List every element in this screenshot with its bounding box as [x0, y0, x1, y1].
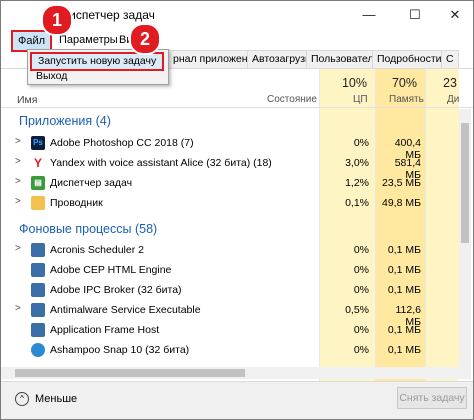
process-cpu: 0%: [353, 244, 369, 256]
table-row[interactable]: > Acronis Scheduler 2 0% 0,1 МБ 0: [1, 240, 473, 260]
tab-details[interactable]: Подробности: [372, 50, 447, 68]
step-badge-two: 2: [129, 23, 161, 55]
process-memory: 49,8 МБ: [382, 197, 421, 209]
process-name: Проводник: [50, 197, 103, 209]
yandex-icon: Y: [31, 156, 45, 170]
process-cpu: 0%: [353, 137, 369, 149]
table-row[interactable]: Adobe CEP HTML Engine 0% 0,1 МБ 0: [1, 260, 473, 280]
process-name: Yandex with voice assistant Alice (32 би…: [50, 157, 272, 169]
process-memory: 0,1 МБ: [387, 244, 421, 256]
chevron-right-icon[interactable]: >: [15, 243, 21, 254]
chevron-right-icon[interactable]: >: [15, 196, 21, 207]
process-cpu: 0%: [353, 264, 369, 276]
header-memory-label[interactable]: Память: [389, 94, 424, 105]
maximize-button[interactable]: ☐: [397, 3, 433, 27]
app-window-icon: [31, 283, 45, 297]
process-cpu: 0%: [353, 344, 369, 356]
table-row[interactable]: > ▤ Диспетчер задач 1,2% 23,5 МБ 0: [1, 173, 473, 193]
process-cpu: 0%: [353, 324, 369, 336]
step-badge-one: 1: [41, 4, 73, 36]
menu-item-exit[interactable]: Выход: [30, 69, 160, 84]
header-cpu-label[interactable]: ЦП: [353, 94, 368, 105]
process-name: Диспетчер задач: [50, 177, 133, 189]
header-name[interactable]: Имя: [17, 94, 37, 106]
process-name: Adobe Photoshop CC 2018 (7): [50, 137, 194, 149]
group-background-title: Фоновые процессы (58): [19, 222, 158, 236]
process-name: Acronis Scheduler 2: [50, 244, 144, 256]
process-name: Adobe IPC Broker (32 бита): [50, 284, 182, 296]
folder-icon: [31, 196, 45, 210]
process-name: Adobe CEP HTML Engine: [50, 264, 172, 276]
table-row[interactable]: > Y Yandex with voice assistant Alice (3…: [1, 153, 473, 181]
table-row[interactable]: > Проводник 0,1% 49,8 МБ 0: [1, 193, 473, 213]
process-memory: 0,1 МБ: [387, 284, 421, 296]
process-cpu: 0,1%: [345, 197, 369, 209]
process-name: Application Frame Host: [50, 324, 160, 336]
vertical-scrollbar[interactable]: [459, 109, 471, 379]
process-memory: 0,1 МБ: [387, 344, 421, 356]
process-memory: 23,5 МБ: [382, 177, 421, 189]
chevron-right-icon[interactable]: >: [15, 303, 21, 314]
window-title: Диспетчер задач: [61, 8, 155, 22]
vertical-scroll-thumb[interactable]: [461, 123, 469, 243]
chevron-right-icon[interactable]: >: [15, 176, 21, 187]
table-row[interactable]: Adobe IPC Broker (32 бита) 0% 0,1 МБ 0: [1, 280, 473, 300]
header-cpu-percent[interactable]: 10%: [331, 76, 367, 90]
process-name: Antimalware Service Executable: [50, 304, 201, 316]
process-cpu: 0%: [353, 284, 369, 296]
menu-params[interactable]: Параметры: [59, 34, 118, 46]
horizontal-scrollbar[interactable]: [1, 367, 459, 379]
app-window-icon: [31, 323, 45, 337]
header-disk-percent[interactable]: 23: [443, 76, 463, 90]
footer-bar: ^ Меньше Снять задачу: [1, 381, 473, 419]
ashampoo-snap-icon: [31, 343, 45, 357]
table-row[interactable]: Application Frame Host 0% 0,1 МБ 0: [1, 320, 473, 340]
header-memory-percent[interactable]: 70%: [385, 76, 417, 90]
header-disk-label[interactable]: Ди: [447, 94, 459, 105]
close-button[interactable]: ✕: [437, 3, 473, 27]
chevron-up-icon: ^: [15, 392, 29, 406]
process-cpu: 1,2%: [345, 177, 369, 189]
chevron-right-icon[interactable]: >: [15, 156, 21, 167]
end-task-button[interactable]: Снять задачу: [397, 387, 467, 409]
process-cpu: 3,0%: [345, 157, 369, 169]
app-window-icon: [31, 263, 45, 277]
fewer-details-label: Меньше: [35, 392, 78, 405]
horizontal-scroll-thumb[interactable]: [15, 369, 245, 377]
app-window-icon: [31, 303, 45, 317]
photoshop-icon: Ps: [31, 136, 45, 150]
chevron-right-icon[interactable]: >: [15, 136, 21, 147]
header-status[interactable]: Состояние: [267, 94, 317, 105]
table-row[interactable]: Ashampoo Snap 10 (32 бита) 0% 0,1 МБ 0: [1, 340, 473, 360]
process-name: Ashampoo Snap 10 (32 бита): [50, 344, 190, 356]
task-manager-icon: ▤: [31, 176, 45, 190]
process-memory: 0,1 МБ: [387, 324, 421, 336]
fewer-details-button[interactable]: ^ Меньше: [15, 392, 77, 406]
process-memory: 0,1 МБ: [387, 264, 421, 276]
table-row[interactable]: > Ps Adobe Photoshop CC 2018 (7) 0% 400,…: [1, 133, 473, 161]
group-apps-title: Приложения (4): [19, 114, 111, 128]
tab-services[interactable]: С: [441, 50, 459, 68]
task-manager-window: Диспетчер задач — ☐ ✕ Файл Параметры Вид…: [0, 0, 474, 420]
process-cpu: 0,5%: [345, 304, 369, 316]
minimize-button[interactable]: —: [351, 3, 387, 27]
table-row[interactable]: > Antimalware Service Executable 0,5% 11…: [1, 300, 473, 328]
app-window-icon: [31, 243, 45, 257]
